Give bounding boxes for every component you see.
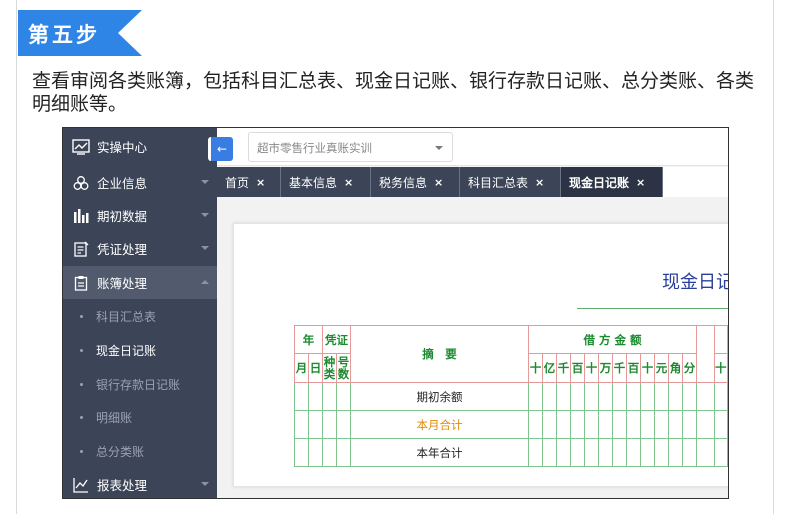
collapse-sidebar-button[interactable]: ← bbox=[208, 137, 233, 161]
sidebar-subitem-label: 现金日记账 bbox=[96, 344, 157, 358]
sidebar-subitem-label: 总分类账 bbox=[96, 445, 145, 459]
sidebar: 实操中心 企业信息 期初数据 凭证处理 账簿处理 科目汇总表 现金日记账 银行存… bbox=[63, 128, 217, 498]
unit-cell: 百 bbox=[626, 353, 641, 383]
cash-journal-sheet: 现金日记 年 凭证 摘 要 借 方 金 额 月 日 种类 号数 十 亿 千 百 … bbox=[233, 223, 729, 487]
table-row: 本月合计 bbox=[294, 410, 728, 439]
chevron-up-icon bbox=[201, 280, 209, 284]
chevron-down-icon bbox=[435, 146, 443, 150]
sidebar-item-company-info[interactable]: 企业信息 bbox=[63, 166, 217, 199]
unit-cell: 千 bbox=[556, 353, 571, 383]
tab-bar: 首页 × 基本信息 × 税务信息 × 科目汇总表 × 现金日记账 × bbox=[217, 167, 728, 197]
unit-cell: 分 bbox=[682, 353, 697, 383]
tab-subject-summary[interactable]: 科目汇总表 × bbox=[460, 167, 561, 197]
sidebar-subitem-label: 明细账 bbox=[96, 411, 133, 425]
sidebar-subitem-cash-journal[interactable]: 现金日记账 bbox=[63, 334, 217, 367]
close-icon[interactable]: × bbox=[434, 176, 443, 189]
close-icon[interactable]: × bbox=[535, 176, 544, 189]
bullet-icon bbox=[80, 383, 83, 386]
unit-cell: 千 bbox=[612, 353, 627, 383]
header-voucher: 凭证 bbox=[322, 325, 351, 354]
practice-center-icon bbox=[72, 138, 90, 155]
unit-cell: 万 bbox=[598, 353, 613, 383]
header-month: 月 bbox=[294, 353, 309, 383]
sidebar-item-label: 凭证处理 bbox=[97, 242, 148, 257]
arrow-left-icon: ← bbox=[216, 142, 228, 156]
tab-cash-journal[interactable]: 现金日记账 × bbox=[561, 167, 663, 197]
bullet-icon bbox=[80, 450, 83, 453]
sidebar-item-opening-data[interactable]: 期初数据 bbox=[63, 199, 217, 232]
header-year: 年 bbox=[294, 325, 323, 354]
row-summary: 本月合计 bbox=[350, 410, 529, 439]
row-summary: 期初余额 bbox=[350, 382, 529, 411]
voucher-icon bbox=[72, 241, 90, 257]
sidebar-subitem-subject-summary[interactable]: 科目汇总表 bbox=[63, 300, 217, 333]
content-area: 现金日记 年 凭证 摘 要 借 方 金 额 月 日 种类 号数 十 亿 千 百 … bbox=[217, 197, 729, 498]
line-chart-icon bbox=[72, 477, 90, 493]
title-underline bbox=[577, 308, 728, 309]
header-summary: 摘 要 bbox=[350, 325, 529, 383]
company-select-value: 超市零售行业真账实训 bbox=[257, 141, 372, 155]
tab-basic-info[interactable]: 基本信息 × bbox=[281, 167, 371, 197]
chevron-down-icon bbox=[201, 180, 209, 184]
bullet-icon bbox=[80, 416, 83, 419]
bullet-icon bbox=[80, 315, 83, 318]
header-kind: 种类 bbox=[322, 353, 337, 383]
table-row: 本年合计 bbox=[294, 438, 728, 467]
sidebar-item-label: 企业信息 bbox=[97, 176, 148, 191]
unit-cell: 十 bbox=[584, 353, 599, 383]
app-window: 实操中心 企业信息 期初数据 凭证处理 账簿处理 科目汇总表 现金日记账 银行存… bbox=[62, 127, 729, 499]
header-next bbox=[714, 325, 728, 354]
header-debit: 借 方 金 额 bbox=[528, 325, 697, 354]
unit-cell: 亿 bbox=[542, 353, 557, 383]
bullet-icon bbox=[80, 349, 83, 352]
bar-chart-icon bbox=[72, 208, 90, 224]
step-badge: 第五步 bbox=[18, 10, 143, 56]
close-icon[interactable]: × bbox=[256, 176, 265, 189]
unit-cell: 十 bbox=[714, 353, 728, 383]
sidebar-subitem-label: 银行存款日记账 bbox=[96, 378, 181, 392]
sheet-title: 现金日记 bbox=[662, 272, 729, 293]
chevron-down-icon bbox=[201, 482, 209, 486]
sidebar-item-ledger[interactable]: 账簿处理 bbox=[63, 266, 217, 299]
sidebar-item-label: 报表处理 bbox=[97, 478, 148, 493]
sidebar-header-label: 实操中心 bbox=[97, 140, 148, 155]
tab-tax-info[interactable]: 税务信息 × bbox=[371, 167, 460, 197]
header-day: 日 bbox=[308, 353, 323, 383]
sidebar-subitem-general-ledger[interactable]: 总分类账 bbox=[63, 435, 217, 468]
close-icon[interactable]: × bbox=[636, 176, 645, 189]
chevron-down-icon bbox=[201, 213, 209, 217]
ledger-icon bbox=[72, 275, 90, 291]
sidebar-item-voucher[interactable]: 凭证处理 bbox=[63, 232, 217, 265]
company-select[interactable]: 超市零售行业真账实训 bbox=[248, 132, 453, 162]
unit-cell: 元 bbox=[654, 353, 669, 383]
unit-cell: 十 bbox=[640, 353, 655, 383]
sidebar-item-label: 期初数据 bbox=[97, 209, 148, 224]
tab-label: 基本信息 bbox=[289, 175, 338, 190]
tab-home[interactable]: 首页 × bbox=[217, 167, 281, 197]
ledger-table: 年 凭证 摘 要 借 方 金 额 月 日 种类 号数 十 亿 千 百 十 万 千… bbox=[294, 325, 728, 467]
unit-cell: 十 bbox=[528, 353, 543, 383]
unit-cell: 角 bbox=[668, 353, 683, 383]
top-bar: ← 超市零售行业真账实训 bbox=[208, 128, 728, 166]
chevron-down-icon bbox=[201, 246, 209, 250]
sidebar-subitem-detail-ledger[interactable]: 明细账 bbox=[63, 401, 217, 434]
sidebar-item-reports[interactable]: 报表处理 bbox=[63, 468, 217, 498]
unit-cell: 百 bbox=[570, 353, 585, 383]
tab-label: 现金日记账 bbox=[569, 175, 630, 190]
header-check bbox=[696, 325, 715, 383]
tab-label: 首页 bbox=[225, 175, 250, 190]
header-number: 号数 bbox=[336, 353, 351, 383]
sidebar-item-label: 账簿处理 bbox=[97, 276, 148, 291]
table-row: 期初余额 bbox=[294, 382, 728, 411]
sidebar-subitem-label: 科目汇总表 bbox=[96, 310, 157, 324]
sidebar-subitem-bank-journal[interactable]: 银行存款日记账 bbox=[63, 368, 217, 401]
step-label: 第五步 bbox=[28, 23, 100, 47]
tab-label: 科目汇总表 bbox=[468, 175, 529, 190]
tab-label: 税务信息 bbox=[379, 175, 428, 190]
step-description: 查看审阅各类账簿，包括科目汇总表、现金日记账、银行存款日记账、总分类账、各类明细… bbox=[32, 70, 755, 115]
row-summary: 本年合计 bbox=[350, 438, 529, 467]
sidebar-header[interactable]: 实操中心 bbox=[63, 130, 217, 163]
building-icon bbox=[72, 175, 90, 191]
close-icon[interactable]: × bbox=[344, 176, 353, 189]
